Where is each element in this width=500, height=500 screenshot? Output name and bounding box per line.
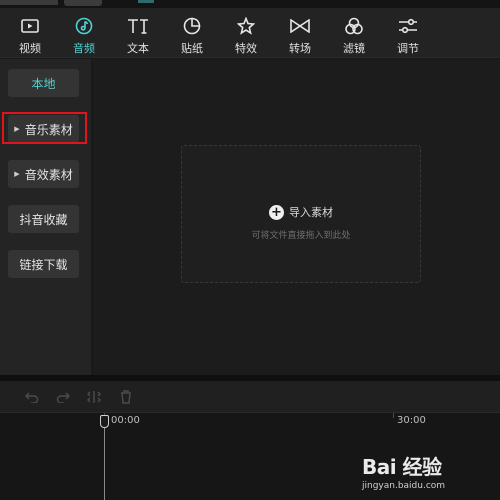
timeline-toolbar xyxy=(0,381,500,413)
tab-label: 文本 xyxy=(127,42,149,55)
split-icon[interactable] xyxy=(86,390,102,404)
caret-right-icon: ▶ xyxy=(14,170,20,178)
media-panel: + 导入素材 可将文件直接拖入到此处 xyxy=(93,59,500,375)
title-bar-fragment xyxy=(0,0,500,8)
effects-star-icon xyxy=(235,17,257,35)
sidebar-item-label: 音效素材 xyxy=(24,167,73,182)
sidebar-item-label: 本地 xyxy=(31,76,56,91)
tab-effects[interactable]: 特效 xyxy=(217,8,275,58)
sidebar-item-local[interactable]: 本地 xyxy=(8,69,79,97)
playhead-handle[interactable] xyxy=(100,415,109,428)
tab-video[interactable]: 视频 xyxy=(1,8,59,58)
time-label-30: 30:00 xyxy=(397,415,426,426)
tab-adjust[interactable]: 调节 xyxy=(379,8,437,58)
tab-text[interactable]: 文本 xyxy=(109,8,167,58)
tab-label: 滤镜 xyxy=(343,42,365,55)
category-sidebar: 本地 ▶ 音乐素材 ▶ 音效素材 抖音收藏 链接下载 xyxy=(0,59,92,375)
import-button[interactable]: + 导入素材 xyxy=(182,204,420,220)
adjust-sliders-icon xyxy=(397,17,419,35)
caret-right-icon: ▶ xyxy=(14,125,20,133)
tab-sticker[interactable]: 贴纸 xyxy=(163,8,221,58)
media-toolbar: 视频 音频 文本 贴纸 特效 转场 滤镜 调节 xyxy=(0,8,500,58)
sidebar-item-douyin-favorites[interactable]: 抖音收藏 xyxy=(8,205,79,233)
sticker-icon xyxy=(181,17,203,35)
import-dropzone[interactable]: + 导入素材 可将文件直接拖入到此处 xyxy=(181,145,421,283)
tab-label: 调节 xyxy=(397,42,419,55)
tab-label: 特效 xyxy=(235,42,257,55)
watermark-url: jingyan.baidu.com xyxy=(362,481,446,491)
text-icon xyxy=(127,17,149,35)
time-label-start: 00:00 xyxy=(111,415,140,426)
video-icon xyxy=(19,17,41,35)
tab-label: 音频 xyxy=(73,42,95,55)
tab-filter[interactable]: 滤镜 xyxy=(325,8,383,58)
sidebar-item-label: 链接下载 xyxy=(19,257,68,272)
ruler-tick xyxy=(393,413,394,418)
title-bar-text-fragment xyxy=(0,0,58,5)
sidebar-item-label: 音乐素材 xyxy=(24,122,73,137)
import-label: 导入素材 xyxy=(289,206,333,219)
sidebar-item-label: 抖音收藏 xyxy=(19,212,68,227)
time-ruler[interactable]: 00:00 30:00 xyxy=(0,413,500,429)
title-bar-accent-fragment xyxy=(138,0,154,3)
plus-icon: + xyxy=(269,204,284,220)
redo-icon[interactable] xyxy=(55,390,71,404)
drop-hint: 可将文件直接拖入到此处 xyxy=(251,231,351,241)
tab-label: 视频 xyxy=(19,42,41,55)
tab-label: 转场 xyxy=(289,42,311,55)
sidebar-item-sound-effects[interactable]: ▶ 音效素材 xyxy=(8,160,79,188)
watermark-logo: Bai 经验 xyxy=(362,455,442,479)
sidebar-item-music-library[interactable]: ▶ 音乐素材 xyxy=(8,115,79,143)
undo-icon[interactable] xyxy=(24,390,40,404)
transition-icon xyxy=(289,17,311,35)
music-note-icon xyxy=(73,17,95,35)
tab-transition[interactable]: 转场 xyxy=(271,8,329,58)
sidebar-item-link-download[interactable]: 链接下载 xyxy=(8,250,79,278)
tab-audio[interactable]: 音频 xyxy=(55,8,113,58)
title-bar-tab-fragment[interactable] xyxy=(64,0,102,6)
delete-icon[interactable] xyxy=(118,390,134,404)
filter-icon xyxy=(343,17,365,35)
tab-label: 贴纸 xyxy=(181,42,203,55)
baidu-jingyan-watermark: Bai 经验 jingyan.baidu.com xyxy=(362,451,472,495)
